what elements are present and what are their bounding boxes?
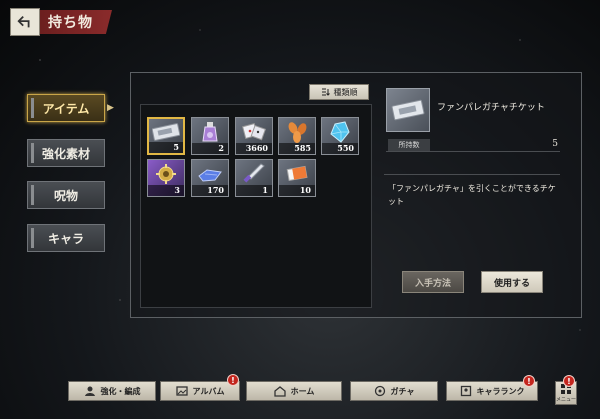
item-qty: 3660 (236, 143, 272, 154)
item-slot-ticket[interactable]: 5 (147, 117, 185, 155)
rank-icon (460, 385, 472, 397)
detail-item-icon (386, 88, 430, 132)
tab-materials[interactable]: 強化素材 (27, 139, 105, 167)
item-qty: 550 (322, 143, 358, 154)
page-title-text: 持ち物 (48, 15, 93, 31)
potion-icon (195, 121, 225, 142)
item-qty: 585 (279, 143, 315, 154)
crystal-icon (325, 120, 355, 143)
owned-count-value: 5 (552, 139, 558, 149)
nav-gacha[interactable]: ガチャ (350, 381, 438, 401)
leaf-icon (282, 121, 312, 143)
acquire-method-button[interactable]: 入手方法 (402, 271, 464, 293)
dice-icon (239, 121, 269, 142)
use-button[interactable]: 使用する (481, 271, 543, 293)
home-icon (273, 385, 286, 397)
detail-description: 「ファンパレガチャ」を引くことができるチケット (388, 184, 556, 206)
sort-button[interactable]: 種類順 (309, 84, 369, 100)
nav-enhance-formation[interactable]: 強化・編成 (68, 381, 156, 401)
menu-label: メニュー (556, 397, 577, 403)
nav-album-label: アルバム (192, 386, 225, 396)
nav-character-rank-label: キャラランク (476, 386, 525, 396)
item-qty: 1 (236, 185, 272, 196)
nav-home[interactable]: ホーム (246, 381, 342, 401)
gacha-icon (374, 385, 386, 397)
ticket-icon (391, 99, 425, 121)
item-slot-potion[interactable]: 2 (191, 117, 229, 155)
nav-enhance-label: 強化・編成 (100, 386, 141, 396)
tab-characters-label: キャラ (47, 231, 84, 246)
nav-gacha-label: ガチャ (390, 386, 415, 396)
item-slot-leaves[interactable]: 585 (278, 117, 316, 155)
back-button[interactable] (10, 8, 40, 36)
tab-items-label: アイテム (42, 101, 90, 116)
tab-materials-label: 強化素材 (41, 146, 90, 161)
item-qty: 10 (279, 185, 315, 196)
tab-cursed-objects[interactable]: 呪物 (27, 181, 105, 209)
tab-deco (31, 228, 34, 248)
nav-home-label: ホーム (290, 386, 315, 396)
item-slot-dice[interactable]: 3660 (235, 117, 273, 155)
back-arrow-icon (17, 15, 30, 28)
active-tab-arrow-icon: ▶ (107, 103, 114, 113)
item-slot-card[interactable]: 10 (278, 159, 316, 197)
character-rank-alert-badge: ! (523, 375, 535, 387)
tab-items[interactable]: アイテム (27, 94, 105, 122)
detail-divider (384, 174, 560, 175)
detail-item-name: ファンパレガチャチケット (437, 103, 545, 113)
golden-gear-icon (151, 163, 181, 184)
album-icon (175, 385, 188, 397)
page-title: 持ち物 (36, 10, 112, 34)
ticket-icon (152, 122, 180, 141)
tab-deco (31, 98, 34, 118)
enhance-icon (84, 385, 96, 397)
acquire-method-label: 入手方法 (414, 278, 451, 289)
sort-icon (321, 88, 330, 96)
owned-count-label: 所持数 (388, 139, 430, 151)
sort-button-label: 種類順 (333, 87, 358, 97)
album-alert-badge: ! (227, 374, 239, 386)
card-icon (282, 163, 312, 184)
item-slot-crystal[interactable]: 550 (321, 117, 359, 155)
knife-icon (239, 162, 269, 184)
cloth-icon (195, 163, 225, 184)
item-qty: 3 (148, 185, 184, 196)
item-qty: 5 (149, 142, 183, 153)
item-slot-blue-cloth[interactable]: 170 (191, 159, 229, 197)
item-slot-knife[interactable]: 1 (235, 159, 273, 197)
tab-deco (31, 185, 34, 205)
tab-deco (31, 143, 34, 163)
tab-characters[interactable]: キャラ (27, 224, 105, 252)
item-qty: 170 (192, 185, 228, 196)
use-button-label: 使用する (493, 278, 530, 289)
menu-alert-badge: ! (563, 375, 575, 387)
tab-cursed-objects-label: 呪物 (53, 188, 78, 203)
item-slot-mecha[interactable]: 3 (147, 159, 185, 197)
item-qty: 2 (192, 143, 228, 154)
